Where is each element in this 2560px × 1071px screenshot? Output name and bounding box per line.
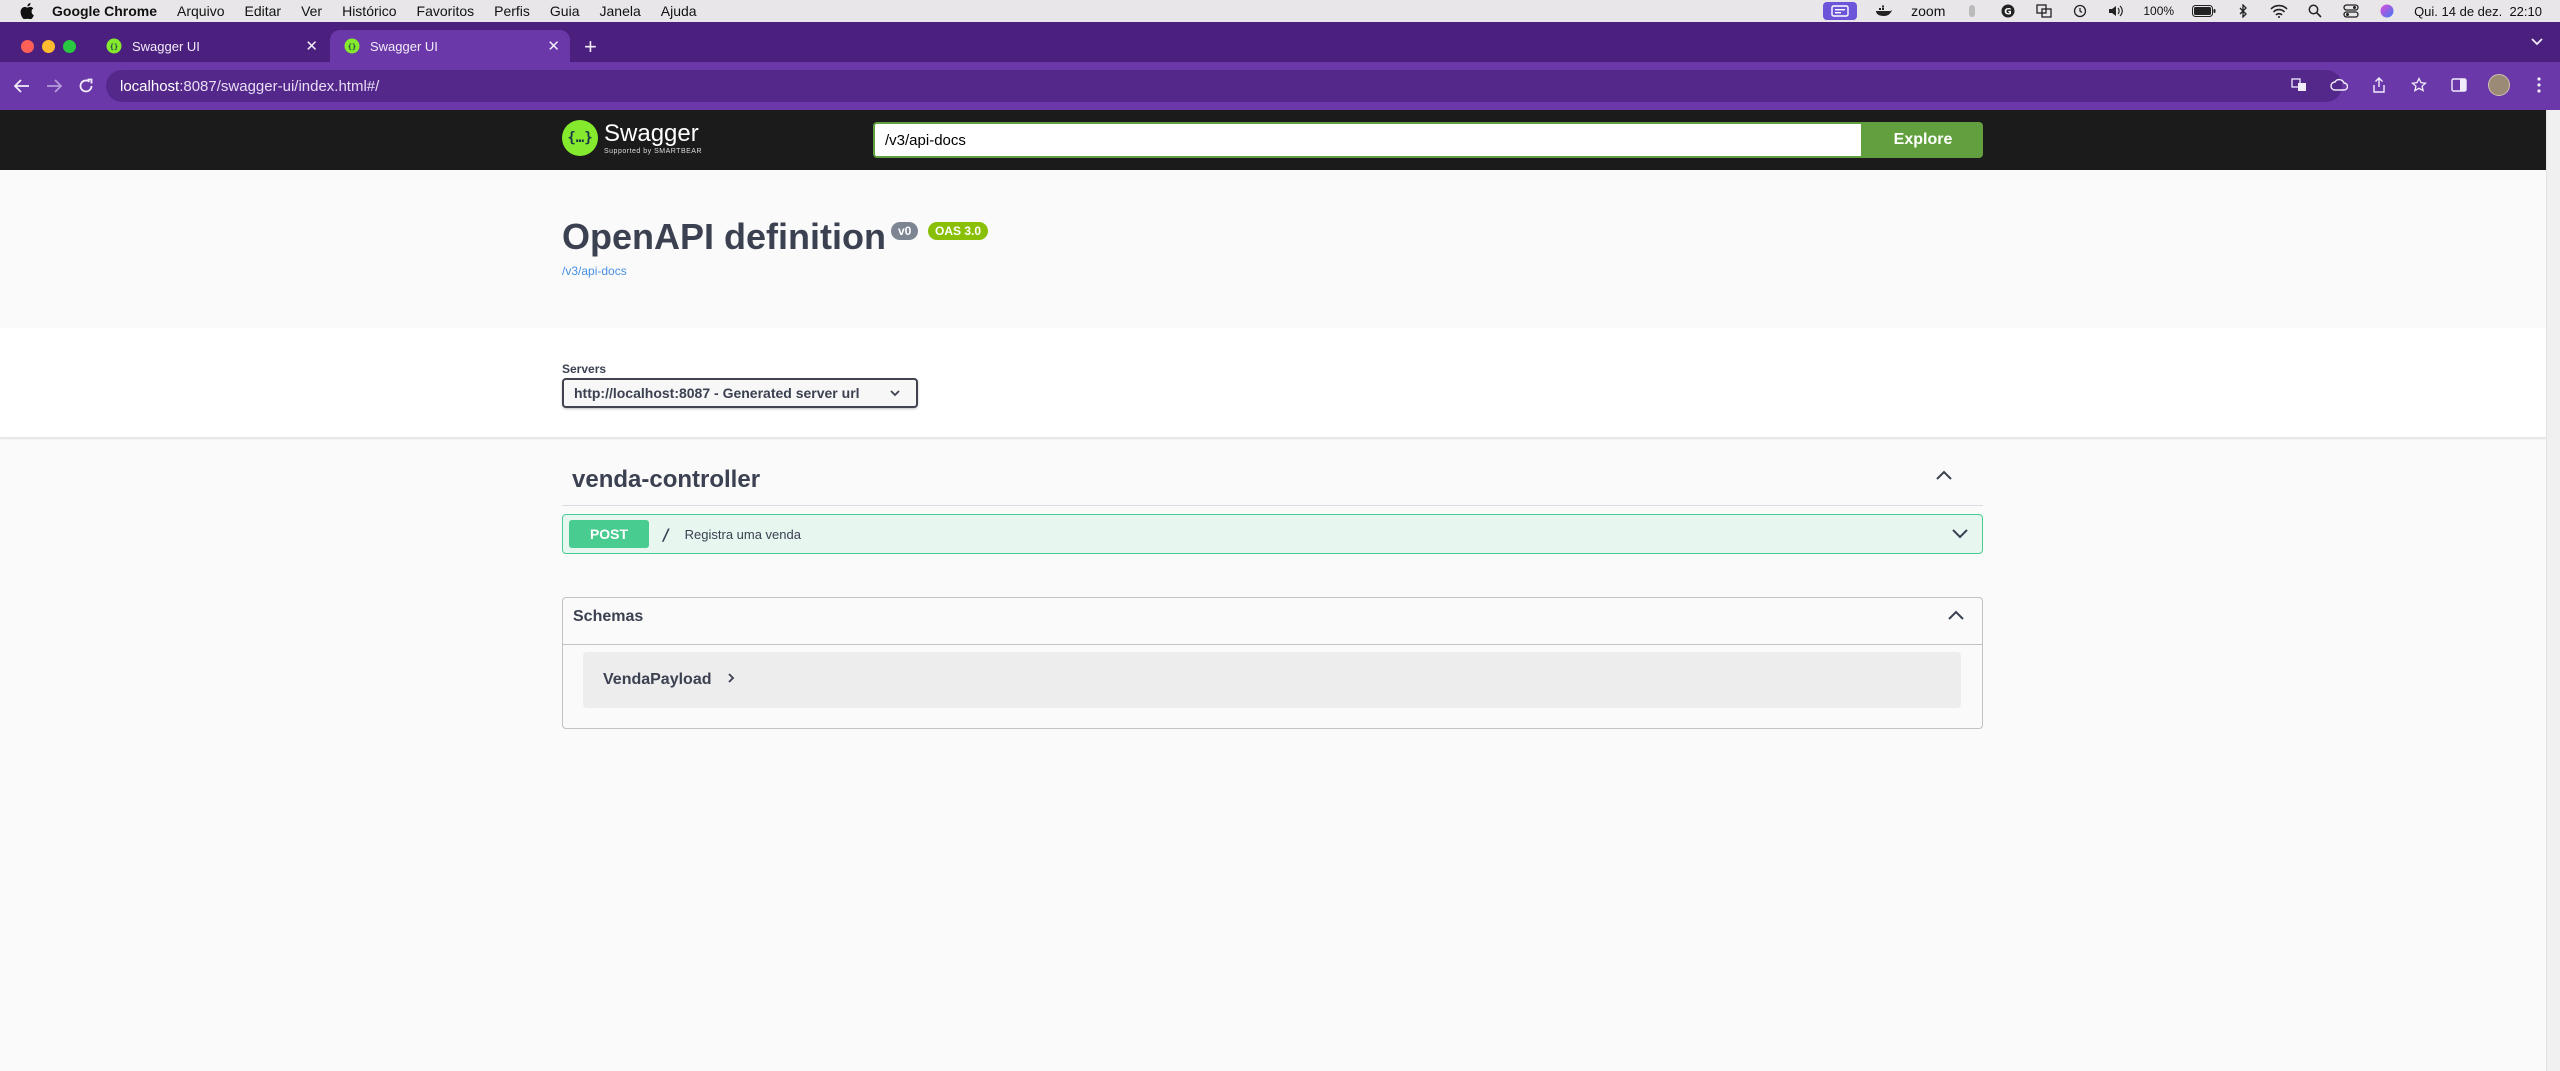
collapse-tag-icon[interactable] xyxy=(1934,468,1958,488)
tag-divider xyxy=(562,505,1983,506)
explore-button[interactable]: Explore xyxy=(1863,122,1983,158)
back-arrow-icon[interactable] xyxy=(8,72,36,100)
servers-select[interactable]: http://localhost:8087 - Generated server… xyxy=(562,378,918,408)
zoom-window-button[interactable] xyxy=(63,40,76,53)
control-center-icon[interactable] xyxy=(2342,4,2360,18)
schema-model-name: VendaPayload xyxy=(603,671,712,688)
menu-janela[interactable]: Janela xyxy=(600,3,641,19)
apple-icon[interactable] xyxy=(18,2,36,20)
menu-historico[interactable]: Histórico xyxy=(342,3,396,19)
oas-badge: OAS 3.0 xyxy=(928,222,989,240)
macos-menubar: Google Chrome Arquivo Editar Ver Históri… xyxy=(0,0,2560,22)
servers-selected-value: http://localhost:8087 - Generated server… xyxy=(574,385,860,401)
volume-icon[interactable] xyxy=(2107,4,2125,18)
tab-close-icon[interactable]: ✕ xyxy=(547,37,560,55)
operation-summary: Registra uma venda xyxy=(684,526,801,542)
page-scrollbar[interactable] xyxy=(2546,110,2560,1071)
battery-percent[interactable]: 100% xyxy=(2143,4,2174,18)
profile-avatar[interactable] xyxy=(2488,74,2510,96)
collapse-schemas-icon[interactable] xyxy=(1946,608,1966,629)
bookmark-star-icon[interactable] xyxy=(2408,74,2430,96)
expand-operation-icon[interactable] xyxy=(1950,525,1970,546)
swagger-logo-text: Swagger Supported by SMARTBEAR xyxy=(604,119,703,155)
share-icon[interactable] xyxy=(2368,74,2390,96)
menu-arquivo[interactable]: Arquivo xyxy=(177,3,224,19)
translate-status-icon[interactable] xyxy=(2035,4,2053,18)
url-host: localhost xyxy=(120,77,180,95)
menu-ver[interactable]: Ver xyxy=(301,3,322,19)
translate-icon[interactable] xyxy=(2288,74,2310,96)
wifi-icon[interactable] xyxy=(2270,4,2288,18)
menu-guia[interactable]: Guia xyxy=(550,3,580,19)
version-badge: v0 xyxy=(891,222,919,240)
spotlight-search-icon[interactable] xyxy=(2306,4,2324,18)
tab-title: Swagger UI xyxy=(132,38,200,54)
chrome-menu-icon[interactable] xyxy=(2528,74,2550,96)
menu-ajuda[interactable]: Ajuda xyxy=(661,3,697,19)
swagger-favicon-icon: {} xyxy=(344,38,360,54)
docker-icon[interactable] xyxy=(1875,4,1893,18)
time-machine-icon[interactable] xyxy=(2071,4,2089,18)
grammarly-icon[interactable]: G xyxy=(1999,4,2017,18)
menu-app-name[interactable]: Google Chrome xyxy=(52,3,157,19)
menu-perfis[interactable]: Perfis xyxy=(494,3,530,19)
screen-mirroring-icon[interactable] xyxy=(1823,2,1858,20)
api-title: OpenAPI definition xyxy=(562,216,886,257)
svg-text:{}: {} xyxy=(348,43,356,51)
schemas-title[interactable]: Schemas xyxy=(573,608,643,626)
operation-post-root[interactable]: POST / Registra uma venda xyxy=(562,514,1983,554)
close-window-button[interactable] xyxy=(21,40,34,53)
svg-text:{}: {} xyxy=(110,43,118,51)
lock-status-icon[interactable] xyxy=(1963,4,1981,18)
side-panel-icon[interactable] xyxy=(2448,74,2470,96)
menu-editar[interactable]: Editar xyxy=(244,3,281,19)
window-controls xyxy=(21,40,76,53)
schemas-section: Schemas VendaPayload xyxy=(562,597,1983,729)
swagger-favicon-icon: {} xyxy=(106,38,122,54)
schemas-divider xyxy=(563,644,1982,645)
address-bar[interactable]: localhost:8087/swagger-ui/index.html#/ xyxy=(106,70,2342,256)
battery-icon[interactable] xyxy=(2192,4,2216,18)
cloud-icon[interactable] xyxy=(2328,74,2350,96)
spec-link[interactable]: /v3/api-docs xyxy=(562,264,627,278)
reload-icon[interactable] xyxy=(72,72,100,100)
swagger-logo-name: Swagger xyxy=(604,119,699,147)
operation-path: / xyxy=(661,524,671,544)
tab-swagger-active[interactable]: {} Swagger UI ✕ xyxy=(330,30,570,62)
http-method-badge: POST xyxy=(569,520,649,548)
spec-url-input[interactable]: /v3/api-docs xyxy=(873,122,1863,158)
tab-close-icon[interactable]: ✕ xyxy=(305,37,318,55)
chevron-down-icon xyxy=(888,386,902,403)
chevron-right-icon xyxy=(726,671,736,689)
servers-section: Servers http://localhost:8087 - Generate… xyxy=(0,328,2546,438)
bluetooth-icon[interactable] xyxy=(2234,4,2252,18)
menubar-status-area: zoom G 100% Qui. 14 de dez. 22:10 xyxy=(1823,0,2542,22)
menu-favoritos[interactable]: Favoritos xyxy=(417,3,475,19)
new-tab-icon[interactable]: + xyxy=(584,34,597,60)
swagger-logo[interactable]: {…} Swagger Supported by SMARTBEAR xyxy=(562,120,702,156)
tab-swagger-inactive[interactable]: {} Swagger UI ✕ xyxy=(92,30,328,62)
controller-tag-title[interactable]: venda-controller xyxy=(572,466,760,494)
swagger-topbar: {…} Swagger Supported by SMARTBEAR /v3/a… xyxy=(0,110,2560,170)
url-path: :8087/swagger-ui/index.html#/ xyxy=(179,77,380,95)
clock-datetime[interactable]: Qui. 14 de dez. 22:10 xyxy=(2414,4,2542,19)
forward-arrow-icon[interactable] xyxy=(40,72,68,100)
siri-icon[interactable] xyxy=(2378,4,2396,18)
browser-toolbar: localhost:8087/swagger-ui/index.html#/ xyxy=(0,62,2560,256)
svg-text:G: G xyxy=(2005,8,2012,18)
schema-model-row[interactable]: VendaPayload xyxy=(583,652,1961,708)
servers-label: Servers xyxy=(562,362,607,376)
toolbar-actions xyxy=(2288,74,2550,96)
tab-search-chevron-icon[interactable] xyxy=(2530,34,2544,50)
api-info-section: OpenAPI definition v0 OAS 3.0 /v3/api-do… xyxy=(0,170,2546,328)
tab-title: Swagger UI xyxy=(370,38,438,54)
swagger-logo-icon: {…} xyxy=(562,120,598,156)
zoom-status-label[interactable]: zoom xyxy=(1911,3,1945,19)
swagger-logo-sub: Supported by SMARTBEAR xyxy=(604,147,703,155)
minimize-window-button[interactable] xyxy=(42,40,55,53)
browser-tab-strip: {} Swagger UI ✕ {} Swagger UI ✕ + xyxy=(0,22,2560,62)
